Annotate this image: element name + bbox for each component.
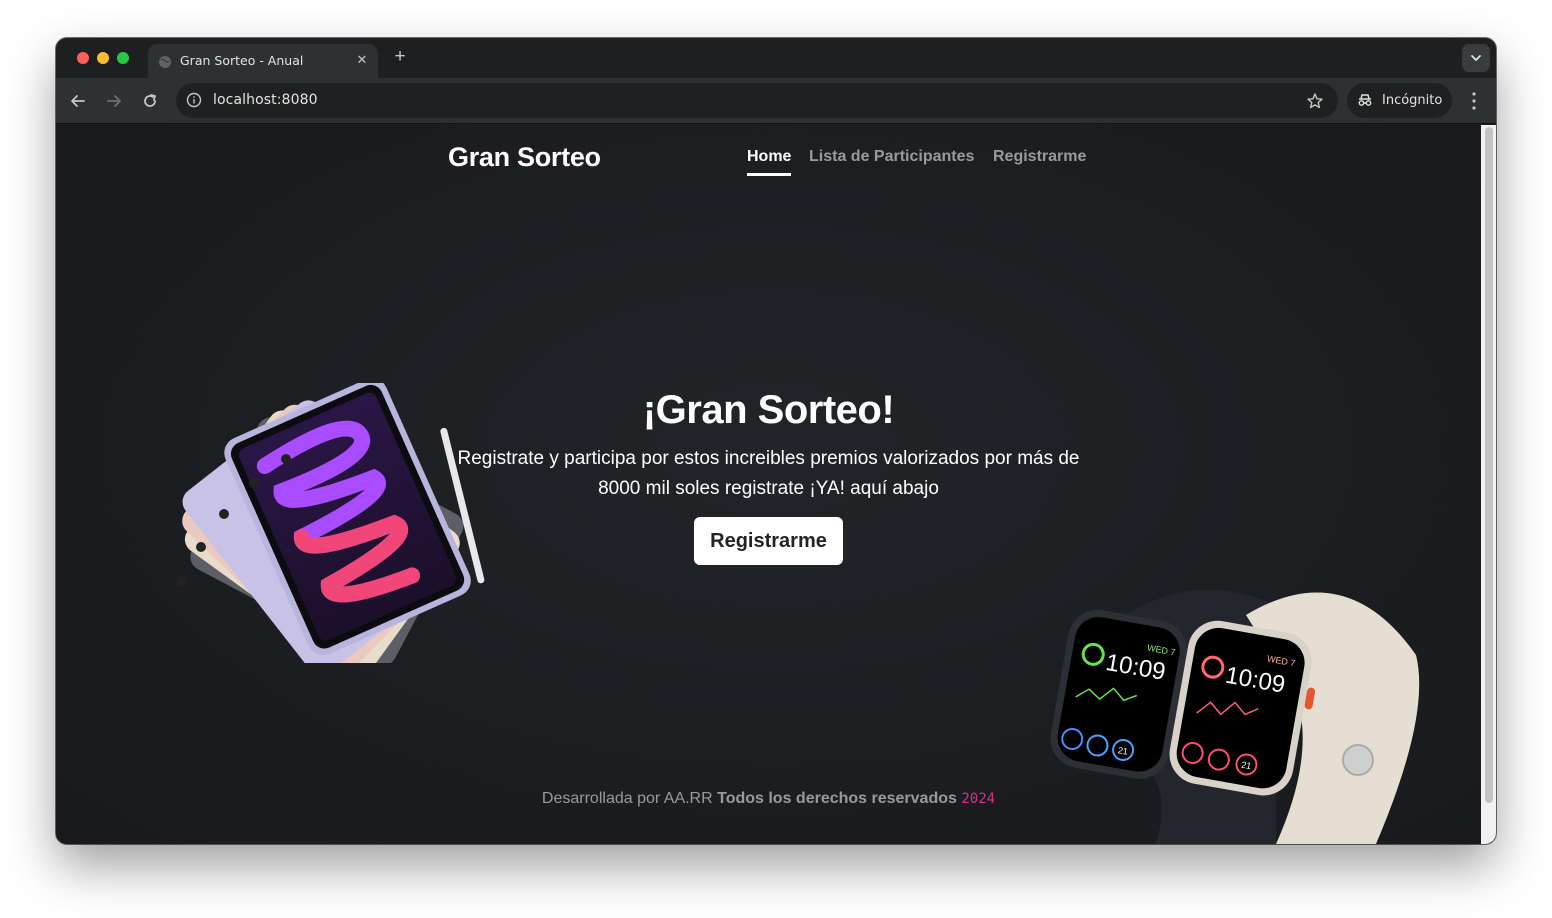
right-watch-date: 21	[1240, 760, 1252, 772]
maximize-window-button[interactable]	[117, 52, 129, 64]
new-tab-icon[interactable]: +	[390, 47, 410, 67]
bookmark-star-icon[interactable]	[1306, 92, 1324, 110]
nav-link-register[interactable]: Registrarme	[993, 148, 1086, 166]
scrollbar-thumb[interactable]	[1485, 127, 1493, 803]
back-arrow-icon[interactable]	[67, 90, 89, 112]
active-tab[interactable]: Gran Sorteo - Anual ✕	[148, 44, 378, 78]
footer-rights: Todos los derechos reservados	[717, 790, 957, 807]
tab-title: Gran Sorteo - Anual	[180, 53, 304, 68]
incognito-icon	[1358, 94, 1372, 106]
site-brand[interactable]: Gran Sorteo	[448, 142, 601, 173]
tab-strip: Gran Sorteo - Anual ✕ +	[56, 38, 1496, 78]
chevron-down-icon	[1471, 55, 1481, 62]
more-menu-icon[interactable]	[1471, 91, 1477, 111]
close-window-button[interactable]	[77, 52, 89, 64]
browser-window: Gran Sorteo - Anual ✕ + localhost:8080 I…	[56, 38, 1496, 844]
tab-close-icon[interactable]: ✕	[354, 52, 370, 68]
footer-credit: Desarrollada por AA.RR	[541, 790, 718, 807]
hero-title: ¡Gran Sorteo!	[642, 388, 895, 432]
left-watch-date: 21	[1117, 745, 1129, 757]
incognito-indicator[interactable]: Incógnito	[1347, 83, 1452, 118]
minimize-window-button[interactable]	[97, 52, 109, 64]
tab-search-button[interactable]	[1462, 44, 1490, 72]
page-footer: Desarrollada por AA.RR Todos los derecho…	[56, 790, 1481, 808]
browser-toolbar: localhost:8080 Incógnito	[56, 78, 1496, 124]
nav-link-home[interactable]: Home	[747, 148, 792, 176]
address-bar[interactable]: localhost:8080	[176, 83, 1338, 118]
vertical-scrollbar[interactable]	[1481, 125, 1496, 844]
page-viewport: Gran Sorteo Home Lista de Participantes …	[56, 125, 1496, 844]
register-button[interactable]: Registrarme	[694, 517, 843, 565]
footer-year: 2024	[961, 791, 996, 807]
nav-link-participants[interactable]: Lista de Participantes	[809, 148, 974, 166]
hero-description: Registrate y participa por estos increib…	[457, 448, 1080, 499]
site-info-icon[interactable]	[186, 92, 202, 108]
url-text: localhost:8080	[213, 92, 318, 108]
reload-icon[interactable]	[139, 90, 161, 112]
globe-icon	[159, 56, 171, 68]
forward-arrow-icon[interactable]	[103, 90, 125, 112]
incognito-label: Incógnito	[1382, 93, 1443, 108]
